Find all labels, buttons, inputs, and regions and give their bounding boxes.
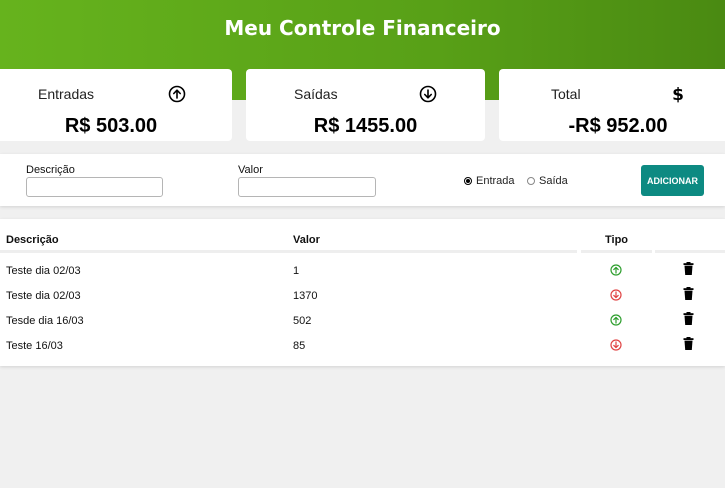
column-header-type: Tipo bbox=[605, 234, 629, 246]
expense-card: Saídas R$ 1455.00 bbox=[246, 69, 485, 141]
header-divider bbox=[0, 250, 577, 253]
table-row: Teste dia 02/03 1370 bbox=[0, 283, 725, 308]
transactions-table: Descrição Valor Tipo Teste dia 02/03 1 T… bbox=[0, 219, 725, 366]
transaction-form: Descrição Valor Entrada Saída ADICIONAR bbox=[0, 154, 725, 206]
row-description: Teste 16/03 bbox=[6, 340, 63, 352]
row-value: 1370 bbox=[293, 290, 318, 302]
description-input[interactable] bbox=[26, 177, 163, 197]
arrow-up-circle-icon bbox=[610, 314, 622, 326]
arrow-up-circle-icon bbox=[610, 264, 622, 276]
row-description: Teste dia 02/03 bbox=[6, 290, 81, 302]
radio-entrada[interactable]: Entrada bbox=[464, 175, 515, 187]
radio-entrada-label: Entrada bbox=[476, 175, 515, 187]
page-title: Meu Controle Financeiro bbox=[224, 16, 501, 40]
income-amount: R$ 503.00 bbox=[64, 115, 158, 137]
radio-saida[interactable]: Saída bbox=[527, 175, 568, 187]
radio-saida-label: Saída bbox=[539, 175, 568, 187]
header-divider bbox=[581, 250, 652, 253]
expense-label: Saídas bbox=[294, 86, 338, 102]
radio-entrada-dot[interactable] bbox=[464, 177, 472, 185]
column-header-description: Descrição bbox=[6, 234, 59, 246]
arrow-down-circle-icon bbox=[419, 85, 437, 103]
row-value: 1 bbox=[293, 265, 300, 277]
header-divider bbox=[655, 250, 725, 253]
total-label: Total bbox=[551, 86, 581, 102]
table-row: Tesde dia 16/03 502 bbox=[0, 308, 725, 333]
add-button[interactable]: ADICIONAR bbox=[641, 165, 704, 196]
trash-icon[interactable] bbox=[683, 262, 694, 275]
value-input[interactable] bbox=[238, 177, 376, 197]
trash-icon[interactable] bbox=[683, 312, 694, 325]
row-description: Teste dia 02/03 bbox=[6, 265, 81, 277]
table-row: Teste dia 02/03 1 bbox=[0, 258, 725, 283]
radio-saida-dot[interactable] bbox=[527, 177, 535, 185]
arrow-up-circle-icon bbox=[168, 85, 186, 103]
expense-amount: R$ 1455.00 bbox=[313, 115, 418, 137]
income-card: Entradas R$ 503.00 bbox=[0, 69, 232, 141]
arrow-down-circle-icon bbox=[610, 289, 622, 301]
value-label: Valor bbox=[238, 164, 263, 176]
column-header-value: Valor bbox=[293, 234, 320, 246]
row-description: Tesde dia 16/03 bbox=[6, 315, 84, 327]
table-row: Teste 16/03 85 bbox=[0, 333, 725, 358]
svg-text:$: $ bbox=[672, 85, 684, 103]
total-amount: -R$ 952.00 bbox=[568, 115, 668, 137]
income-label: Entradas bbox=[38, 86, 95, 102]
description-label: Descrição bbox=[26, 164, 75, 176]
row-value: 502 bbox=[293, 315, 312, 327]
row-value: 85 bbox=[293, 340, 306, 352]
dollar-icon: $ bbox=[672, 85, 684, 103]
trash-icon[interactable] bbox=[683, 337, 694, 350]
trash-icon[interactable] bbox=[683, 287, 694, 300]
total-card: Total $ -R$ 952.00 bbox=[499, 69, 725, 141]
arrow-down-circle-icon bbox=[610, 339, 622, 351]
